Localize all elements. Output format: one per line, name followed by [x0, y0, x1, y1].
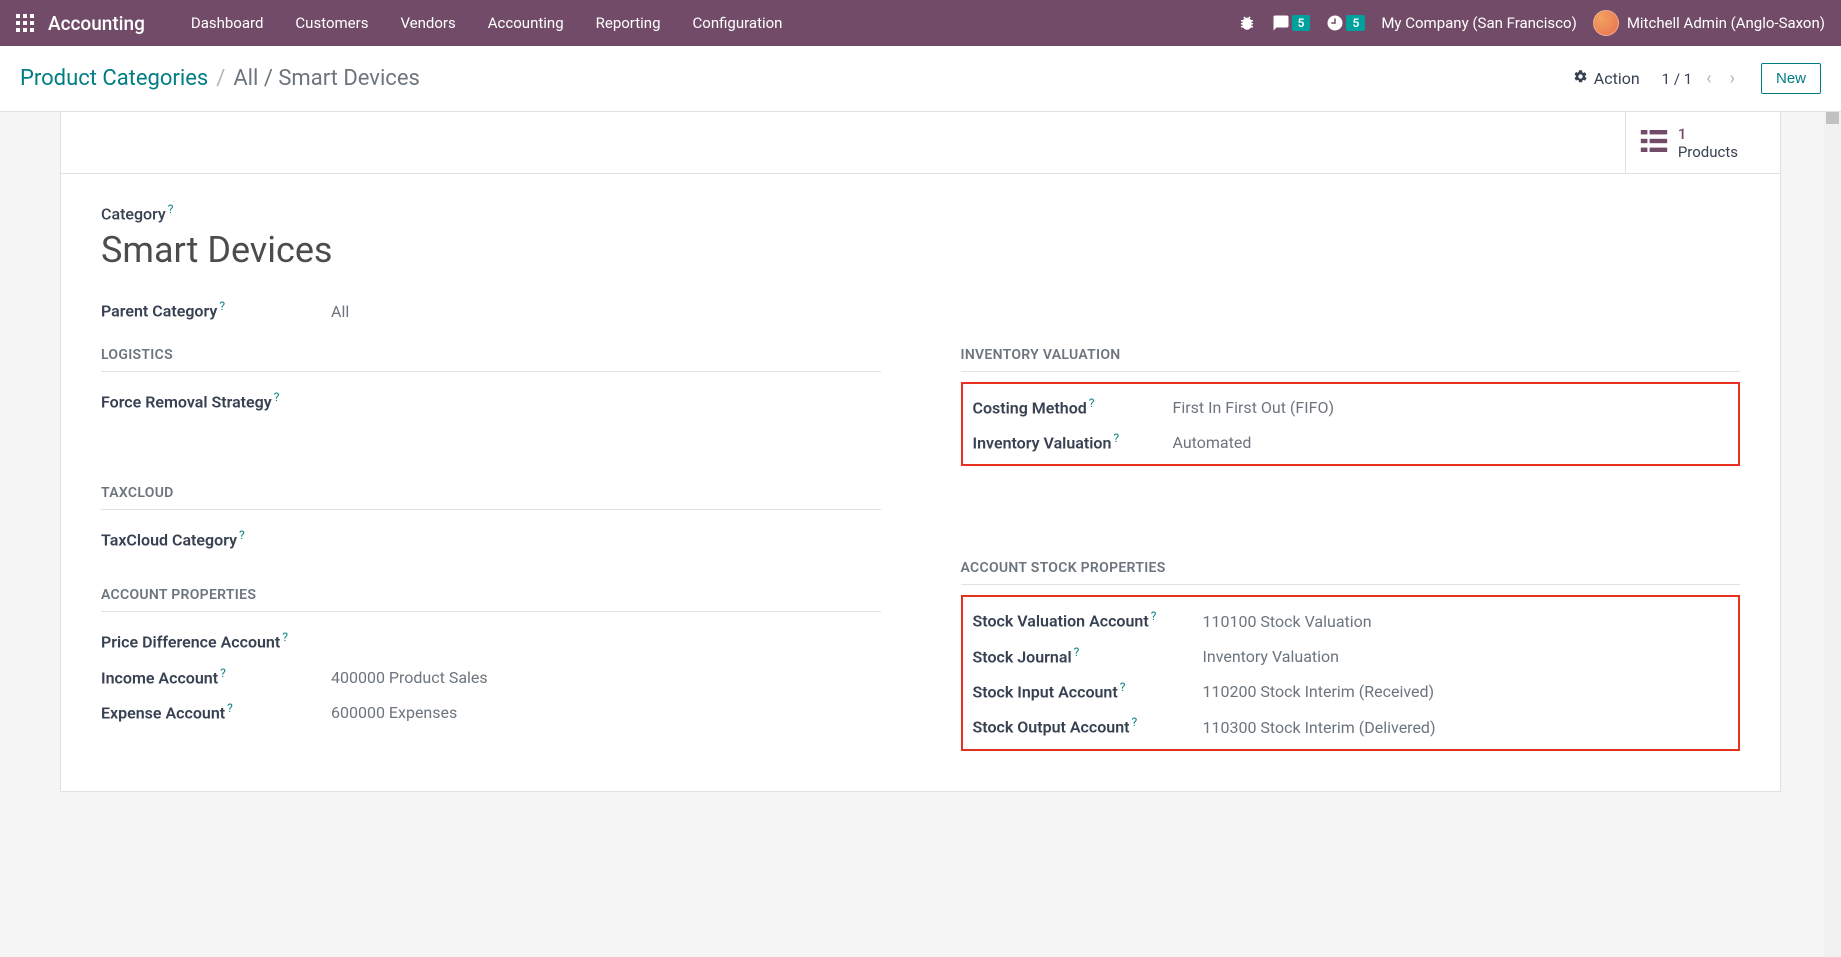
stock-valuation-account-value[interactable]: 110100 Stock Valuation: [1203, 612, 1372, 631]
app-brand[interactable]: Accounting: [48, 12, 145, 35]
section-inventory-valuation: INVENTORY VALUATION: [961, 347, 1741, 372]
section-account-stock-properties: ACCOUNT STOCK PROPERTIES: [961, 560, 1741, 585]
main-content: 1 Products Category? Smart Devices Paren…: [0, 112, 1841, 957]
help-icon[interactable]: ?: [274, 390, 280, 404]
pager: 1 / 1 ‹ ›: [1662, 68, 1739, 89]
nav-right: 5 5 My Company (San Francisco) Mitchell …: [1238, 10, 1825, 36]
stock-journal-value[interactable]: Inventory Valuation: [1203, 647, 1340, 666]
nav-dashboard[interactable]: Dashboard: [175, 2, 280, 44]
inventory-valuation-value[interactable]: Automated: [1173, 433, 1252, 452]
help-icon[interactable]: ?: [239, 528, 245, 542]
bug-icon[interactable]: [1238, 14, 1256, 32]
help-icon[interactable]: ?: [1074, 645, 1080, 659]
stock-valuation-account-label: Stock Valuation Account: [973, 612, 1149, 631]
pager-next-icon[interactable]: ›: [1726, 68, 1739, 89]
user-name: Mitchell Admin (Anglo-Saxon): [1627, 14, 1825, 32]
stock-output-account-value[interactable]: 110300 Stock Interim (Delivered): [1203, 718, 1436, 737]
products-count: 1: [1678, 125, 1738, 143]
income-account-value[interactable]: 400000 Product Sales: [331, 668, 488, 687]
parent-category-label: Parent Category: [101, 302, 217, 321]
pager-prev-icon[interactable]: ‹: [1702, 68, 1715, 89]
help-icon[interactable]: ?: [282, 630, 288, 644]
sheet-topbar: 1 Products: [61, 112, 1780, 174]
nav-links: Dashboard Customers Vendors Accounting R…: [175, 2, 799, 44]
stock-output-account-label: Stock Output Account: [973, 718, 1130, 737]
breadcrumb-current: All / Smart Devices: [233, 66, 420, 91]
clock-icon[interactable]: 5: [1326, 14, 1365, 32]
inventory-valuation-label: Inventory Valuation: [973, 433, 1112, 452]
help-icon[interactable]: ?: [1151, 609, 1157, 623]
breadcrumb-root[interactable]: Product Categories: [20, 66, 208, 91]
category-name[interactable]: Smart Devices: [101, 229, 1740, 271]
taxcloud-category-label: TaxCloud Category: [101, 530, 237, 549]
help-icon[interactable]: ?: [1089, 396, 1095, 410]
highlight-box-valuation: Costing Method? First In First Out (FIFO…: [961, 382, 1741, 467]
help-icon[interactable]: ?: [227, 701, 233, 715]
form-sheet: 1 Products Category? Smart Devices Paren…: [60, 112, 1781, 792]
new-button[interactable]: New: [1761, 63, 1821, 94]
products-label: Products: [1678, 143, 1738, 161]
parent-category-value[interactable]: All: [331, 302, 349, 321]
expense-account-value[interactable]: 600000 Expenses: [331, 703, 457, 722]
right-column: INVENTORY VALUATION Costing Method? Firs…: [961, 347, 1741, 751]
products-stat-button[interactable]: 1 Products: [1625, 112, 1752, 173]
stock-input-account-label: Stock Input Account: [973, 682, 1118, 701]
breadcrumb-separator: /: [216, 66, 225, 91]
action-menu[interactable]: Action: [1573, 69, 1640, 88]
help-icon[interactable]: ?: [219, 299, 225, 313]
help-icon[interactable]: ?: [220, 666, 226, 680]
income-account-label: Income Account: [101, 668, 218, 687]
apps-icon[interactable]: [16, 14, 34, 32]
category-field-label: Category: [101, 204, 166, 223]
chat-icon[interactable]: 5: [1272, 14, 1311, 32]
breadcrumb: Product Categories / All / Smart Devices: [20, 66, 420, 91]
action-label: Action: [1594, 69, 1640, 88]
control-bar: Product Categories / All / Smart Devices…: [0, 46, 1841, 112]
expense-account-label: Expense Account: [101, 703, 225, 722]
chat-badge: 5: [1292, 15, 1311, 31]
nav-accounting[interactable]: Accounting: [472, 2, 580, 44]
pager-text[interactable]: 1 / 1: [1662, 70, 1693, 88]
stock-input-account-value[interactable]: 110200 Stock Interim (Received): [1203, 682, 1435, 701]
section-account-properties: ACCOUNT PROPERTIES: [101, 587, 881, 612]
user-menu[interactable]: Mitchell Admin (Anglo-Saxon): [1593, 10, 1825, 36]
nav-vendors[interactable]: Vendors: [384, 2, 471, 44]
clock-badge: 5: [1346, 15, 1365, 31]
gear-icon: [1573, 69, 1588, 88]
scrollbar[interactable]: [1824, 112, 1841, 957]
help-icon[interactable]: ?: [1132, 715, 1138, 729]
stock-journal-label: Stock Journal: [973, 647, 1072, 666]
nav-customers[interactable]: Customers: [279, 2, 384, 44]
left-column: LOGISTICS Force Removal Strategy? TAXCLO…: [101, 347, 881, 751]
costing-method-label: Costing Method: [973, 398, 1087, 417]
force-removal-label: Force Removal Strategy: [101, 392, 272, 411]
scrollbar-up-icon[interactable]: [1826, 112, 1839, 124]
price-diff-label: Price Difference Account: [101, 633, 280, 652]
main-navbar: Accounting Dashboard Customers Vendors A…: [0, 0, 1841, 46]
nav-reporting[interactable]: Reporting: [580, 2, 677, 44]
list-icon: [1640, 130, 1668, 156]
costing-method-value[interactable]: First In First Out (FIFO): [1173, 398, 1335, 417]
section-logistics: LOGISTICS: [101, 347, 881, 372]
help-icon[interactable]: ?: [168, 202, 174, 216]
help-icon[interactable]: ?: [1120, 680, 1126, 694]
company-selector[interactable]: My Company (San Francisco): [1381, 14, 1576, 32]
highlight-box-stock: Stock Valuation Account? 110100 Stock Va…: [961, 595, 1741, 750]
section-taxcloud: TAXCLOUD: [101, 485, 881, 510]
help-icon[interactable]: ?: [1113, 431, 1119, 445]
avatar: [1593, 10, 1619, 36]
nav-configuration[interactable]: Configuration: [677, 2, 799, 44]
